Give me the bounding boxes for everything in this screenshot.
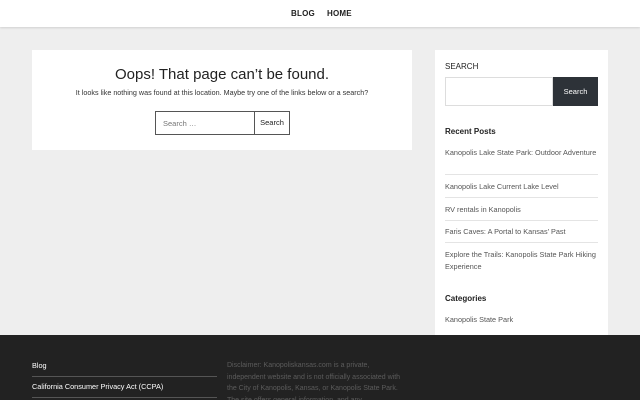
footer-disclaimer: Disclaimer: Kanopoliskansas.com is a pri…	[227, 362, 401, 400]
error-message: It looks like nothing was found at this …	[75, 88, 369, 97]
search-button[interactable]: Search	[254, 111, 290, 135]
category-link[interactable]: Kanopolis State Park	[445, 314, 598, 326]
recent-post-link[interactable]: Explore the Trails: Kanopolis State Park…	[445, 249, 598, 272]
footer-divider	[32, 376, 217, 377]
recent-post-link[interactable]: Faris Caves: A Portal to Kansas’ Past	[445, 226, 598, 238]
footer-link-blog[interactable]: Blog	[32, 361, 47, 370]
nav-link-home[interactable]: HOME	[327, 9, 352, 18]
footer-link-ccpa[interactable]: California Consumer Privacy Act (CCPA)	[32, 382, 163, 391]
divider	[445, 220, 598, 221]
nav-link-blog[interactable]: BLOG	[291, 9, 315, 18]
footer-divider	[32, 397, 217, 398]
search-input[interactable]	[155, 111, 255, 135]
divider	[445, 242, 598, 243]
sidebar: SEARCH Search Recent Posts Kanopolis Lak…	[435, 50, 608, 340]
sidebar-search-button[interactable]: Search	[553, 77, 598, 106]
divider	[445, 197, 598, 198]
footer: Blog California Consumer Privacy Act (CC…	[0, 335, 640, 400]
recent-post-link[interactable]: Kanopolis Lake Current Lake Level	[445, 181, 598, 193]
recent-post-link[interactable]: RV rentals in Kanopolis	[445, 204, 598, 216]
divider	[445, 174, 598, 175]
top-navigation: BLOG HOME	[0, 0, 640, 27]
sidebar-search-heading: SEARCH	[445, 62, 479, 71]
not-found-panel: Oops! That page can’t be found. It looks…	[32, 50, 412, 150]
recent-posts-heading: Recent Posts	[445, 127, 496, 136]
categories-heading: Categories	[445, 294, 487, 303]
page-title: Oops! That page can’t be found.	[114, 66, 330, 83]
recent-post-link[interactable]: Kanopolis Lake State Park: Outdoor Adven…	[445, 147, 598, 159]
sidebar-search-input[interactable]	[445, 77, 553, 106]
